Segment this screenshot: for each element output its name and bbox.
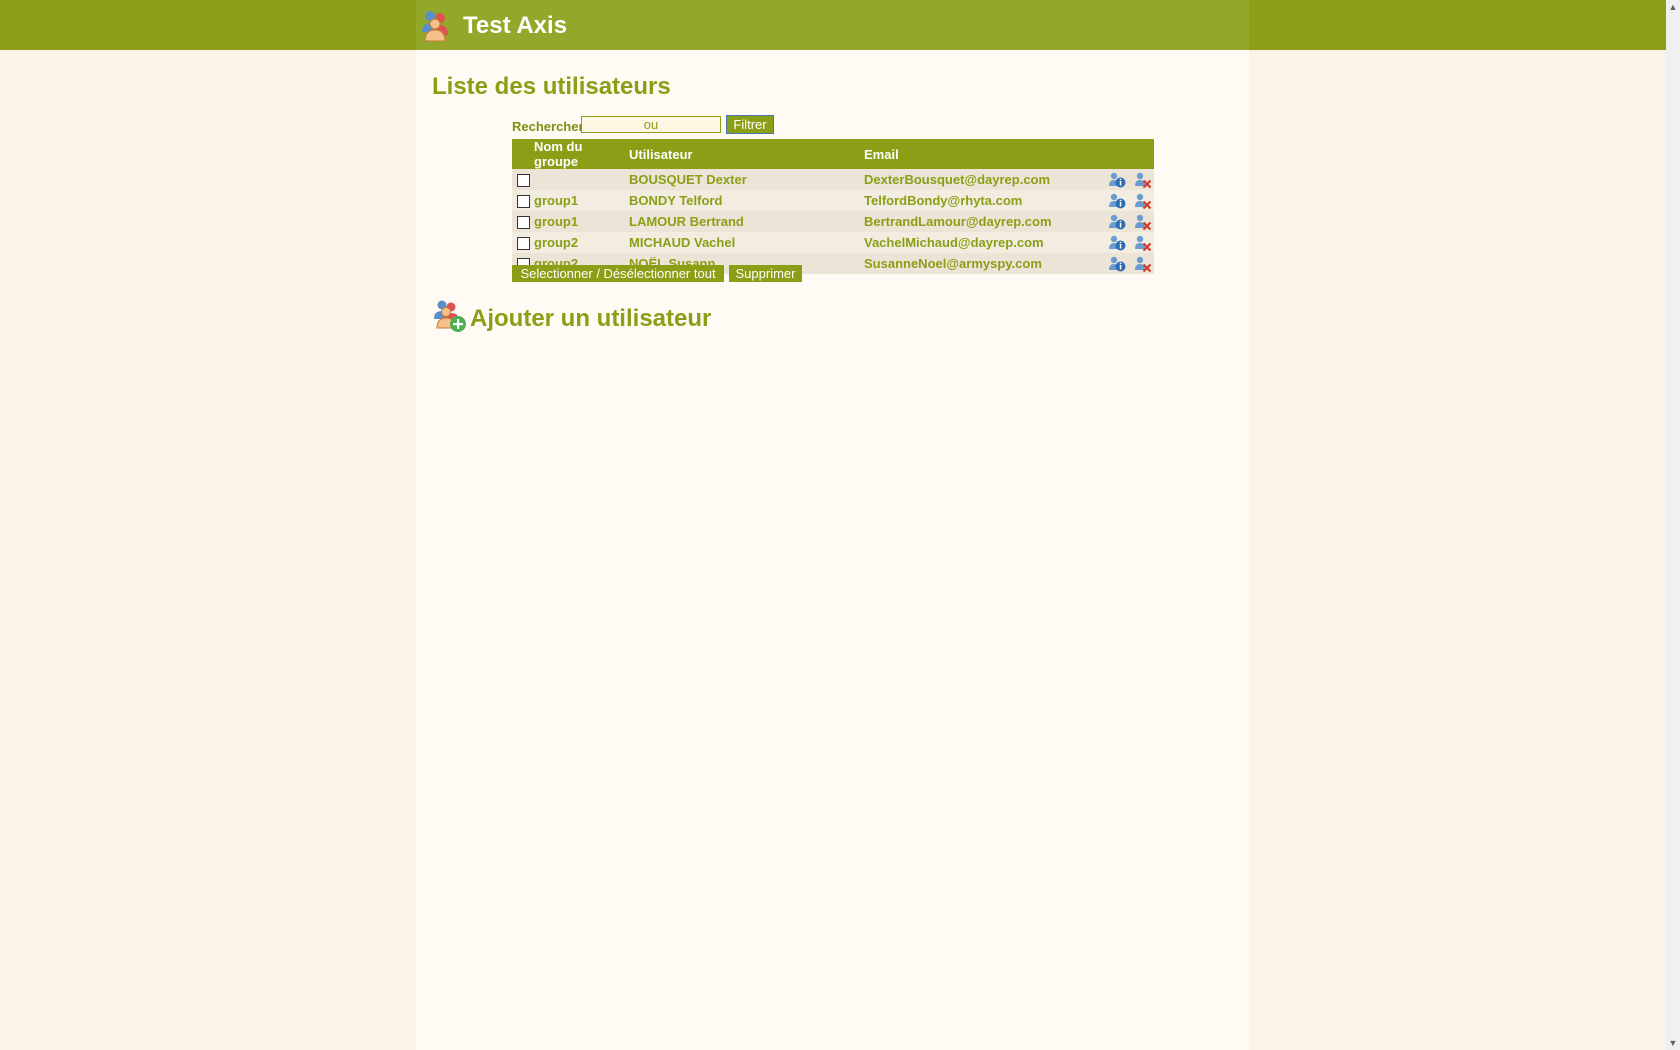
main-content: Liste des utilisateurs Rechercher: Filtr… — [416, 50, 1249, 1050]
delete-button[interactable]: Supprimer — [729, 265, 802, 282]
row-actions — [1102, 211, 1154, 232]
table-row: group1 BONDY Telford TelfordBondy@rhyta.… — [512, 190, 1154, 211]
cell-email[interactable]: SusanneNoel@armyspy.com — [862, 253, 1103, 274]
user-delete-icon[interactable] — [1134, 192, 1152, 210]
add-user-icon[interactable] — [432, 298, 468, 334]
user-delete-icon[interactable] — [1134, 234, 1152, 252]
cell-email[interactable]: VachelMichaud@dayrep.com — [862, 232, 1103, 253]
search-label: Rechercher: — [512, 119, 588, 134]
app-title: Test Axis — [463, 12, 568, 39]
users-table: Nom du groupe Utilisateur Email BOUSQUET… — [512, 139, 1154, 274]
user-delete-icon[interactable] — [1134, 171, 1152, 189]
row-actions — [1102, 190, 1154, 211]
header-user: Utilisateur — [627, 139, 862, 169]
cell-group: group1 — [532, 211, 627, 232]
cell-user[interactable]: BOUSQUET Dexter — [627, 169, 862, 190]
search-input[interactable] — [581, 116, 721, 133]
user-info-icon[interactable] — [1108, 234, 1126, 252]
row-actions — [1102, 253, 1154, 274]
cell-user[interactable]: LAMOUR Bertrand — [627, 211, 862, 232]
header-actions-col — [1102, 139, 1154, 169]
header-group: Nom du groupe — [532, 139, 627, 169]
cell-group: group1 — [532, 190, 627, 211]
cell-email[interactable]: DexterBousquet@dayrep.com — [862, 169, 1103, 190]
add-user-title[interactable]: Ajouter un utilisateur — [470, 305, 711, 333]
cell-user[interactable]: MICHAUD Vachel — [627, 232, 862, 253]
table-row: group1 LAMOUR Bertrand BertrandLamour@da… — [512, 211, 1154, 232]
row-checkbox[interactable] — [517, 195, 530, 209]
cell-group — [532, 169, 627, 190]
filter-button[interactable]: Filtrer — [726, 115, 774, 134]
table-row: group2 MICHAUD Vachel VachelMichaud@dayr… — [512, 232, 1154, 253]
cell-group: group2 — [532, 232, 627, 253]
cell-email[interactable]: BertrandLamour@dayrep.com — [862, 211, 1103, 232]
header-email: Email — [862, 139, 1103, 169]
row-actions — [1102, 169, 1154, 190]
user-delete-icon[interactable] — [1134, 213, 1152, 231]
user-info-icon[interactable] — [1108, 171, 1126, 189]
users-icon — [422, 11, 448, 42]
header-checkbox-col — [512, 139, 532, 169]
row-checkbox[interactable] — [517, 174, 530, 188]
cell-user[interactable]: BONDY Telford — [627, 190, 862, 211]
row-checkbox[interactable] — [517, 216, 530, 230]
scroll-down-icon[interactable]: ▼ — [1666, 1036, 1680, 1050]
row-actions — [1102, 232, 1154, 253]
vertical-scrollbar[interactable]: ▲ ▼ — [1666, 0, 1680, 1050]
table-row: BOUSQUET Dexter DexterBousquet@dayrep.co… — [512, 169, 1154, 190]
select-all-button[interactable]: Selectionner / Désélectionner tout — [512, 265, 724, 282]
app-header: Test Axis — [416, 0, 1249, 50]
user-info-icon[interactable] — [1108, 213, 1126, 231]
user-info-icon[interactable] — [1108, 192, 1126, 210]
cell-email[interactable]: TelfordBondy@rhyta.com — [862, 190, 1103, 211]
page-title: Liste des utilisateurs — [432, 73, 671, 100]
scroll-up-icon[interactable]: ▲ — [1666, 0, 1680, 14]
row-checkbox[interactable] — [517, 237, 530, 251]
user-delete-icon[interactable] — [1134, 255, 1152, 273]
table-header-row: Nom du groupe Utilisateur Email — [512, 139, 1154, 169]
user-info-icon[interactable] — [1108, 255, 1126, 273]
